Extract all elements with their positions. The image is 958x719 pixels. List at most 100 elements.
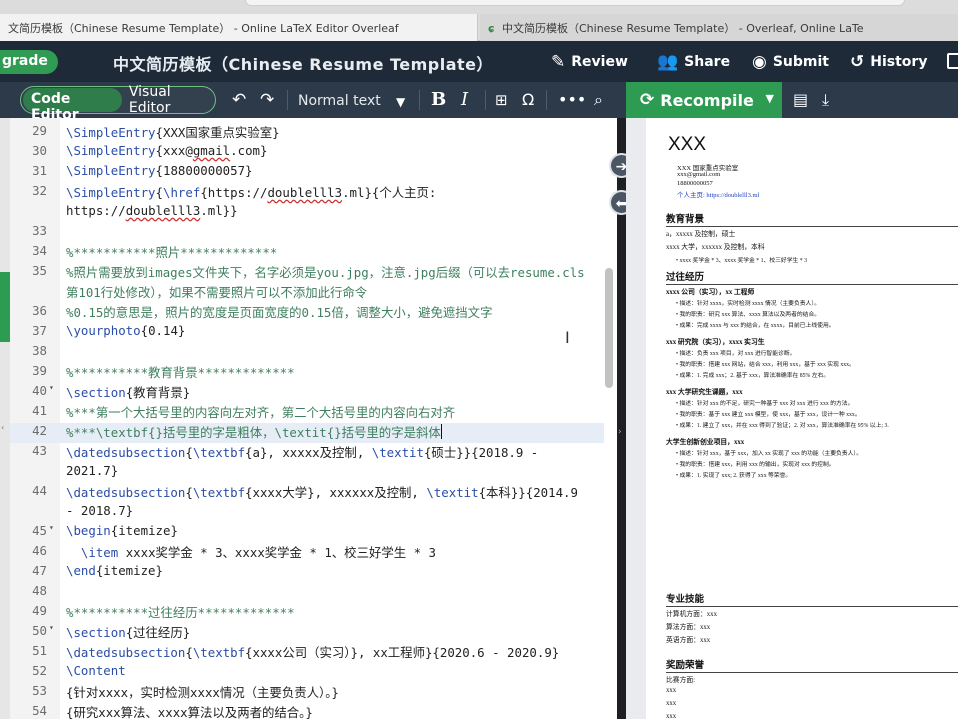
code-text: %**********教育背景************* (66, 365, 295, 380)
line-number: 47 (32, 563, 47, 578)
history-button[interactable]: ↺ History (850, 50, 927, 74)
line-number: 50 (32, 623, 47, 638)
chevron-down-icon[interactable]: ▼ (766, 92, 774, 105)
code-text: - 2018.7} (66, 503, 134, 518)
experience-bullet: • 成果：完成 xxxx 与 xxx 的结合，在 xxxx，目前已上线使用。 (676, 323, 835, 329)
toolbar-divider (546, 90, 547, 110)
experience-bullet: • 描述：针对 xxx，基于 xxx，加入 xx 实现了 xxx 的功能（主要负… (676, 451, 863, 457)
code-text: %***第一个大括号里的内容向左对齐，第二个大括号里的内容向右对齐 (66, 405, 456, 420)
file-tree-rail[interactable]: ‹ (0, 118, 10, 719)
recompile-button[interactable]: ⟳ Recompile ▼ (626, 82, 782, 118)
section-awards: 奖励荣誉 (666, 657, 958, 673)
skill-row: 英语方面：xxx (666, 637, 711, 644)
redo-icon[interactable]: ↷ (260, 90, 274, 110)
code-text: \Content (66, 663, 126, 678)
editor-mode-toggle: Code Editor Visual Editor (20, 84, 216, 123)
code-text: \SimpleEntry{xxx@gmail.com} (66, 143, 268, 158)
line-number: 29 (32, 123, 47, 138)
line-number: 49 (32, 603, 47, 618)
line-number: 31 (32, 163, 47, 178)
code-text: %0.15的意思是，照片的宽度是页面宽度的0.15倍，调整大小，避免遮挡文字 (66, 305, 493, 320)
experience-bullet: • 我的职责：搭建 xxx 网站，结合 xxx，利用 xxx，基于 xxx 实现… (676, 362, 855, 368)
review-icon: ✎ (551, 51, 566, 72)
pdf-preview[interactable]: XXX XXX 国家重点实验室 xxx@gmail.com 1880000005… (626, 118, 958, 719)
resume-name: XXX (668, 134, 707, 155)
line-number: 46 (32, 543, 47, 558)
review-button[interactable]: ✎ Review (551, 50, 628, 74)
code-editor-toggle[interactable]: Code Editor (23, 88, 122, 123)
code-text: \datedsubsection{\textbf{xxxx大学}, xxxxxx… (66, 485, 578, 500)
line-number: 52 (32, 663, 47, 678)
line-number: 34 (32, 243, 47, 258)
editor-toolbar: Code Editor Visual Editor ↶ ↷ Normal tex… (0, 82, 958, 123)
line-number: 43 (32, 443, 47, 458)
fold-toggle-icon[interactable]: ▾ (49, 523, 54, 532)
skill-row: 算法方面：xxx (666, 624, 711, 631)
chevron-right-icon[interactable]: › (618, 427, 622, 437)
chevron-left-icon[interactable]: ‹ (1, 423, 4, 432)
toolbar-divider (485, 90, 486, 110)
code-editor[interactable]: ‹ 29 \SimpleEntry{XXX国家重点实验室} 30 \SimpleEnt… (0, 118, 617, 719)
share-label: Share (684, 54, 731, 70)
layout-icon[interactable] (947, 53, 958, 69)
history-icon: ↺ (850, 51, 865, 72)
chevron-down-icon[interactable]: ▼ (396, 92, 405, 112)
award-row: xxx (666, 700, 677, 707)
browser-tab-inactive[interactable]: ɕ 中文简历模板（Chinese Resume Template） - Overl… (480, 14, 958, 41)
logs-icon[interactable]: ▤ (793, 90, 808, 110)
submit-label: Submit (772, 54, 829, 70)
line-number: 36 (32, 303, 47, 318)
browser-tab-active[interactable]: 文简历模板（Chinese Resume Template） - Online … (0, 14, 478, 41)
editor-scrollbar[interactable] (605, 268, 613, 388)
code-text: 2021.7} (66, 463, 119, 478)
code-text: \datedsubsection{\textbf{xxxx公司（实习）}, xx… (66, 645, 560, 660)
overleaf-window: 文简历模板（Chinese Resume Template） - Online … (0, 0, 958, 719)
experience-bullet: • 描述：针对 xxxx，实时检测 xxxx 情况（主要负责人）。 (676, 301, 821, 307)
line-number: 39 (32, 363, 47, 378)
upgrade-button[interactable]: grade (0, 50, 58, 74)
submit-button[interactable]: ◉ Submit (752, 50, 829, 74)
file-tree-indicator (0, 272, 10, 342)
fold-toggle-icon[interactable]: ▾ (49, 383, 54, 392)
text-format-dropdown[interactable]: Normal text (298, 91, 381, 111)
code-text: \section{过往经历} (66, 625, 191, 640)
line-number: 45 (32, 523, 47, 538)
line-number: 54 (32, 703, 47, 718)
experience-bullet: • 成果：1. 建立了 xxx，并在 xxx 得到了验证；2. 对 xxx，算法… (676, 423, 889, 429)
italic-icon[interactable]: I (461, 90, 468, 110)
more-options-icon[interactable]: ••• (558, 90, 586, 110)
bold-icon[interactable]: B (431, 90, 446, 110)
experience-bullet: • 成果：1. 实现了 xxx; 2. 获得了 xxx 等荣誉。 (676, 473, 792, 479)
line-number: 37 (32, 323, 47, 338)
code-text: %***********照片************* (66, 245, 278, 260)
line-number: 33 (32, 223, 47, 238)
code-text: 第101行处修改），如果不需要照片可以不添加此行命令 (66, 285, 368, 300)
experience-bullet: • 描述：负责 xxx 项目，对 xxx 进行智能诊断。 (676, 351, 796, 357)
visual-editor-toggle[interactable]: Visual Editor (122, 84, 215, 116)
history-label: History (870, 54, 928, 70)
refresh-icon: ⟳ (640, 90, 655, 110)
fold-toggle-icon[interactable]: ▾ (49, 623, 54, 632)
project-title[interactable]: 中文简历模板（Chinese Resume Template） (113, 51, 493, 75)
experience-title: 大学生创新创业项目，xxx (666, 439, 745, 446)
share-button[interactable]: 👥 Share (657, 50, 730, 74)
users-icon: 👥 (657, 51, 679, 72)
code-text: {针对xxxx，实时检测xxxx情况（主要负责人）。} (66, 685, 339, 700)
toolbar-divider (287, 90, 288, 110)
line-number: 38 (32, 343, 47, 358)
address-bar-edge[interactable] (245, 0, 905, 6)
download-icon[interactable]: ⤓ (822, 90, 829, 110)
code-text: \yourphoto{0.14} (66, 323, 186, 338)
line-number: 51 (32, 643, 47, 658)
homepage-link[interactable]: 个人主页: https://doublelll3.ml (677, 189, 759, 199)
line-number: 41 (32, 403, 47, 418)
search-icon[interactable]: ⌕ (594, 90, 603, 110)
code-text: \section{教育背景} (66, 385, 191, 400)
review-label: Review (571, 54, 628, 70)
symbol-omega-icon[interactable]: Ω (522, 90, 534, 110)
code-text: \SimpleEntry{XXX国家重点实验室} (66, 125, 280, 140)
table-icon[interactable]: ⊞ (495, 90, 508, 110)
code-text: https://doublelll3.ml}} (66, 203, 238, 218)
undo-icon[interactable]: ↶ (232, 90, 246, 110)
code-text: %照片需要放到images文件夹下，名字必须是you.jpg，注意.jpg后缀（… (66, 265, 585, 280)
